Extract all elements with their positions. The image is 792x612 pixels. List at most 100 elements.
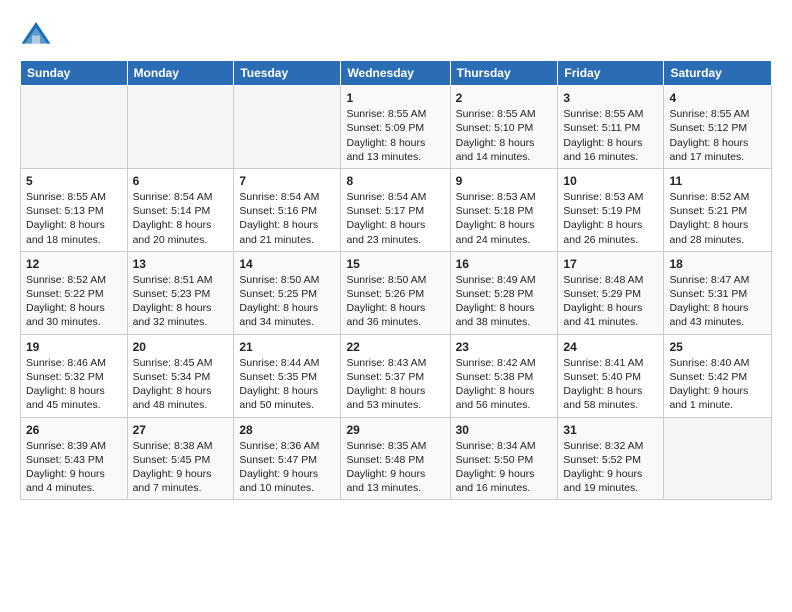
day-info-line: and 24 minutes. [456, 234, 531, 246]
day-info-line: and 41 minutes. [563, 316, 638, 328]
day-info-line: Daylight: 9 hours [239, 468, 318, 480]
day-info-line: Sunset: 5:25 PM [239, 288, 317, 300]
day-cell: 3Sunrise: 8:55 AMSunset: 5:11 PMDaylight… [558, 86, 664, 169]
day-number: 25 [669, 339, 766, 355]
day-info-line: Daylight: 8 hours [133, 302, 212, 314]
day-info-line: and 23 minutes. [346, 234, 421, 246]
day-info-line: Sunrise: 8:51 AM [133, 274, 213, 286]
day-info-line: Sunrise: 8:45 AM [133, 357, 213, 369]
logo [20, 18, 56, 50]
day-info-line: and 56 minutes. [456, 399, 531, 411]
day-cell: 29Sunrise: 8:35 AMSunset: 5:48 PMDayligh… [341, 417, 450, 500]
day-cell: 14Sunrise: 8:50 AMSunset: 5:25 PMDayligh… [234, 251, 341, 334]
day-info-line: and 43 minutes. [669, 316, 744, 328]
day-info-line: Sunset: 5:45 PM [133, 454, 211, 466]
day-number: 27 [133, 422, 229, 438]
week-row-4: 26Sunrise: 8:39 AMSunset: 5:43 PMDayligh… [21, 417, 772, 500]
day-info-line: Sunset: 5:50 PM [456, 454, 534, 466]
day-info-line: and 20 minutes. [133, 234, 208, 246]
day-info-line: and 34 minutes. [239, 316, 314, 328]
day-info-line: Sunrise: 8:54 AM [133, 191, 213, 203]
day-cell: 16Sunrise: 8:49 AMSunset: 5:28 PMDayligh… [450, 251, 558, 334]
weekday-header-sunday: Sunday [21, 61, 128, 86]
page: SundayMondayTuesdayWednesdayThursdayFrid… [0, 0, 792, 612]
weekday-header-wednesday: Wednesday [341, 61, 450, 86]
day-cell: 2Sunrise: 8:55 AMSunset: 5:10 PMDaylight… [450, 86, 558, 169]
day-cell: 6Sunrise: 8:54 AMSunset: 5:14 PMDaylight… [127, 168, 234, 251]
logo-icon [20, 18, 52, 50]
day-info-line: and 50 minutes. [239, 399, 314, 411]
day-cell: 8Sunrise: 8:54 AMSunset: 5:17 PMDaylight… [341, 168, 450, 251]
day-cell: 11Sunrise: 8:52 AMSunset: 5:21 PMDayligh… [664, 168, 772, 251]
day-cell [21, 86, 128, 169]
day-info-line: Daylight: 8 hours [563, 385, 642, 397]
day-info-line: Sunset: 5:11 PM [563, 122, 640, 134]
day-cell: 7Sunrise: 8:54 AMSunset: 5:16 PMDaylight… [234, 168, 341, 251]
day-cell: 21Sunrise: 8:44 AMSunset: 5:35 PMDayligh… [234, 334, 341, 417]
day-cell: 9Sunrise: 8:53 AMSunset: 5:18 PMDaylight… [450, 168, 558, 251]
day-cell: 23Sunrise: 8:42 AMSunset: 5:38 PMDayligh… [450, 334, 558, 417]
day-info-line: Daylight: 8 hours [563, 302, 642, 314]
day-info-line: Sunrise: 8:44 AM [239, 357, 319, 369]
day-info-line: Daylight: 8 hours [456, 219, 535, 231]
week-row-0: 1Sunrise: 8:55 AMSunset: 5:09 PMDaylight… [21, 86, 772, 169]
day-info-line: and 19 minutes. [563, 482, 638, 494]
day-info-line: Sunrise: 8:40 AM [669, 357, 749, 369]
day-info-line: Daylight: 8 hours [346, 137, 425, 149]
day-info-line: Sunset: 5:12 PM [669, 122, 747, 134]
day-info-line: Daylight: 8 hours [26, 385, 105, 397]
day-cell: 15Sunrise: 8:50 AMSunset: 5:26 PMDayligh… [341, 251, 450, 334]
day-info-line: and 13 minutes. [346, 482, 421, 494]
day-number: 22 [346, 339, 444, 355]
day-number: 11 [669, 173, 766, 189]
day-cell: 26Sunrise: 8:39 AMSunset: 5:43 PMDayligh… [21, 417, 128, 500]
day-info-line: Daylight: 8 hours [456, 137, 535, 149]
day-info-line: and 17 minutes. [669, 151, 744, 163]
day-number: 13 [133, 256, 229, 272]
day-info-line: Daylight: 8 hours [239, 219, 318, 231]
day-info-line: Sunrise: 8:55 AM [669, 108, 749, 120]
day-cell: 31Sunrise: 8:32 AMSunset: 5:52 PMDayligh… [558, 417, 664, 500]
day-cell: 13Sunrise: 8:51 AMSunset: 5:23 PMDayligh… [127, 251, 234, 334]
day-number: 31 [563, 422, 658, 438]
day-info-line: Sunrise: 8:36 AM [239, 440, 319, 452]
day-info-line: Sunrise: 8:53 AM [456, 191, 536, 203]
day-info-line: Sunrise: 8:48 AM [563, 274, 643, 286]
day-number: 8 [346, 173, 444, 189]
day-info-line: Sunrise: 8:46 AM [26, 357, 106, 369]
day-info-line: Daylight: 8 hours [346, 219, 425, 231]
day-info-line: Daylight: 8 hours [563, 137, 642, 149]
day-info-line: Daylight: 8 hours [456, 385, 535, 397]
day-info-line: Daylight: 9 hours [346, 468, 425, 480]
day-info-line: Daylight: 9 hours [563, 468, 642, 480]
day-info-line: and 36 minutes. [346, 316, 421, 328]
day-info-line: and 13 minutes. [346, 151, 421, 163]
day-info-line: and 45 minutes. [26, 399, 101, 411]
day-info-line: and 30 minutes. [26, 316, 101, 328]
day-info-line: and 1 minute. [669, 399, 733, 411]
day-info-line: Sunset: 5:32 PM [26, 371, 104, 383]
day-cell: 30Sunrise: 8:34 AMSunset: 5:50 PMDayligh… [450, 417, 558, 500]
day-info-line: Daylight: 8 hours [239, 385, 318, 397]
day-info-line: Sunrise: 8:41 AM [563, 357, 643, 369]
day-cell [127, 86, 234, 169]
day-number: 20 [133, 339, 229, 355]
day-info-line: and 21 minutes. [239, 234, 314, 246]
day-info-line: Sunrise: 8:38 AM [133, 440, 213, 452]
day-info-line: Daylight: 9 hours [133, 468, 212, 480]
day-number: 5 [26, 173, 122, 189]
day-info-line: Sunset: 5:48 PM [346, 454, 424, 466]
day-info-line: Sunset: 5:19 PM [563, 205, 641, 217]
day-number: 26 [26, 422, 122, 438]
day-info-line: Sunrise: 8:32 AM [563, 440, 643, 452]
week-row-2: 12Sunrise: 8:52 AMSunset: 5:22 PMDayligh… [21, 251, 772, 334]
weekday-header-thursday: Thursday [450, 61, 558, 86]
day-info-line: Daylight: 9 hours [669, 385, 748, 397]
day-info-line: Sunset: 5:35 PM [239, 371, 317, 383]
day-info-line: Sunset: 5:10 PM [456, 122, 534, 134]
day-number: 29 [346, 422, 444, 438]
day-cell: 18Sunrise: 8:47 AMSunset: 5:31 PMDayligh… [664, 251, 772, 334]
day-number: 18 [669, 256, 766, 272]
day-cell: 1Sunrise: 8:55 AMSunset: 5:09 PMDaylight… [341, 86, 450, 169]
day-number: 12 [26, 256, 122, 272]
